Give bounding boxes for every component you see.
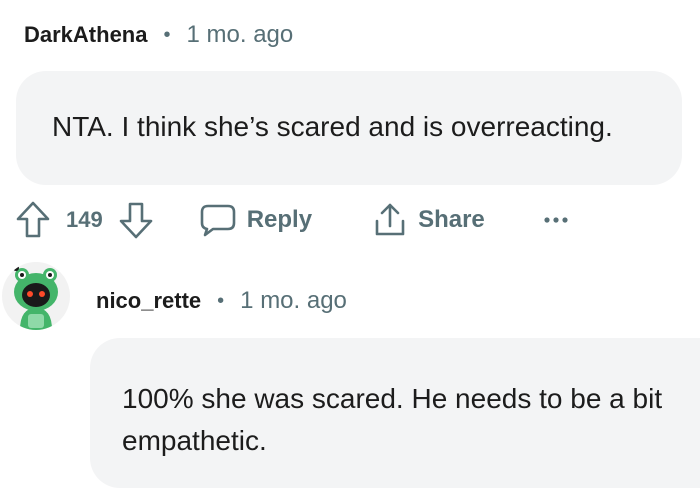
- share-label: Share: [418, 206, 485, 233]
- arrow-up-icon: [16, 201, 50, 238]
- meta-separator: •: [217, 289, 225, 312]
- comment-actions: 149 Reply Share: [14, 198, 569, 242]
- comment-text: NTA. I think she’s scared and is overrea…: [52, 111, 613, 142]
- comment-text: 100% she was scared. He needs to be a bi…: [122, 378, 700, 462]
- share-button[interactable]: Share: [372, 201, 485, 239]
- upvote-button[interactable]: [14, 200, 52, 240]
- comment-timestamp[interactable]: 1 mo. ago: [187, 21, 294, 49]
- comment-1-body: NTA. I think she’s scared and is overrea…: [16, 71, 682, 185]
- speech-bubble-icon: [200, 204, 236, 237]
- more-options-button[interactable]: [543, 215, 569, 225]
- meta-separator: •: [163, 23, 171, 46]
- comment-timestamp[interactable]: 1 mo. ago: [240, 287, 347, 315]
- reply-label: Reply: [246, 206, 313, 233]
- avatar[interactable]: [2, 262, 70, 330]
- ellipsis-icon: [544, 217, 568, 223]
- comment-text-line: empathetic.: [122, 425, 267, 456]
- comment-text-line: 100% she was scared. He needs to be a bi…: [122, 383, 663, 414]
- comment-author[interactable]: nico_rette: [96, 288, 201, 314]
- vote-score: 149: [66, 207, 103, 232]
- snoo-frog-avatar: [13, 265, 58, 330]
- share-icon: [375, 203, 405, 236]
- comment-author[interactable]: DarkAthena: [24, 22, 147, 48]
- arrow-down-icon: [119, 202, 153, 239]
- reply-button[interactable]: Reply: [199, 202, 312, 238]
- comment-2-header: nico_rette • 1 mo. ago: [96, 284, 347, 318]
- downvote-button[interactable]: [117, 200, 155, 240]
- comment-1-header: DarkAthena • 1 mo. ago: [24, 18, 293, 52]
